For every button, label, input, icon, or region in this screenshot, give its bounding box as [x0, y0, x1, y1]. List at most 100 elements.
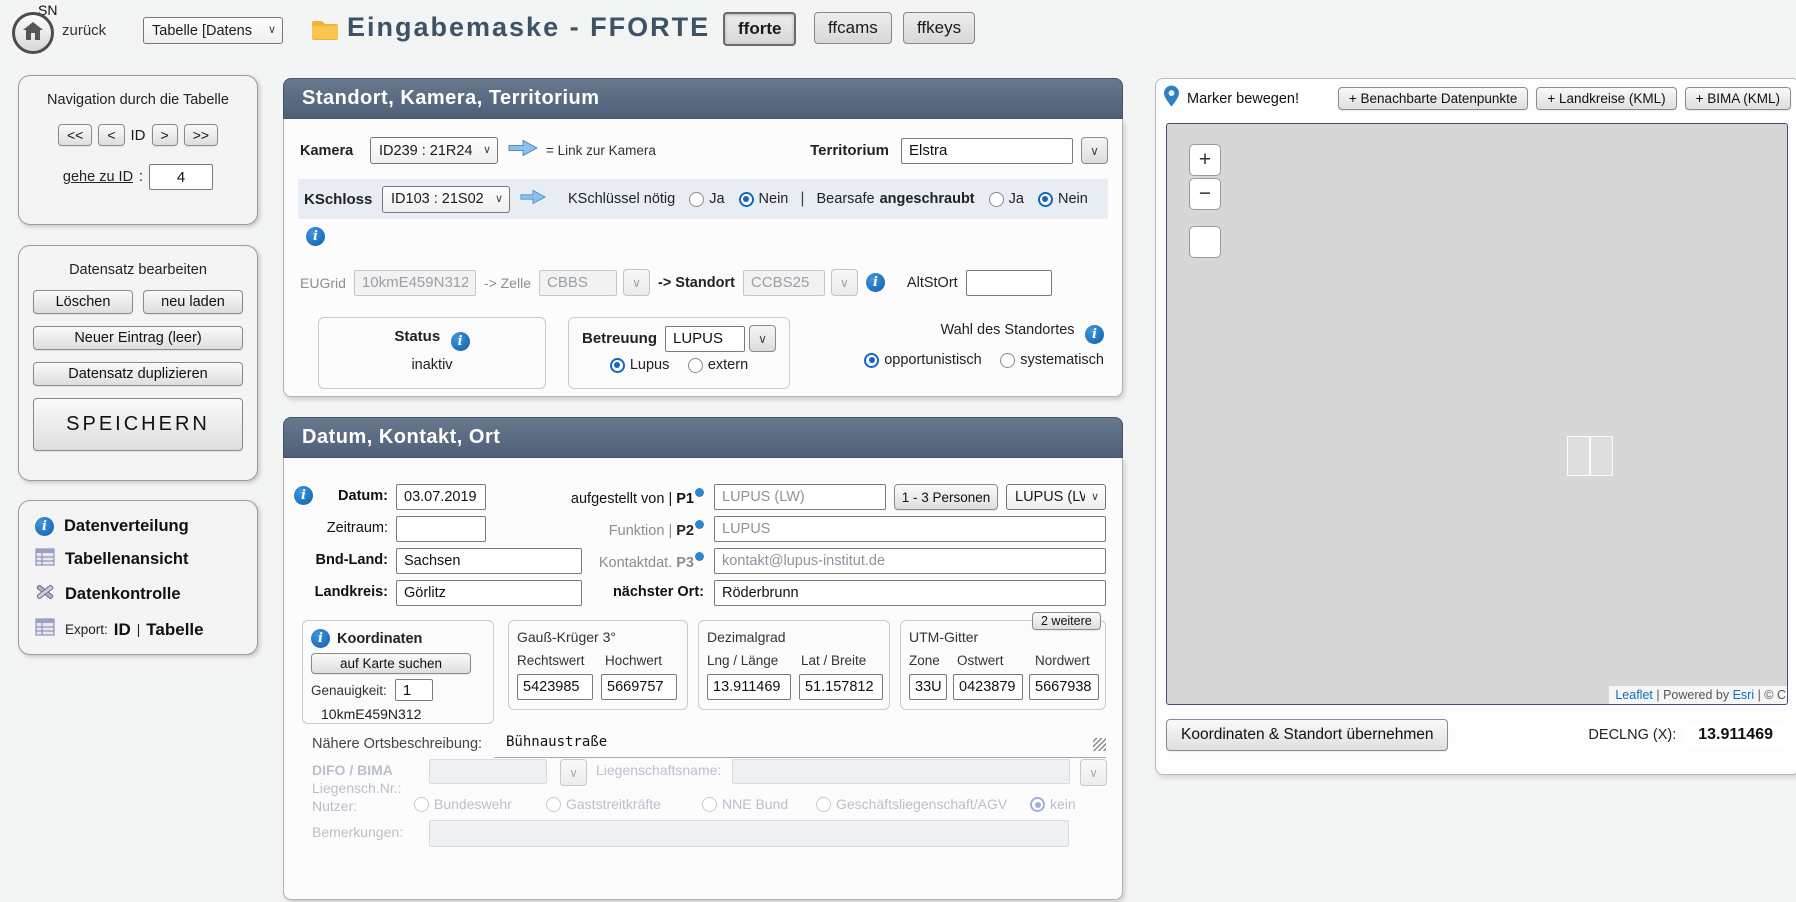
- wahl-systematisch-radio[interactable]: systematisch: [1000, 352, 1104, 368]
- prev-record-button[interactable]: <: [98, 124, 124, 146]
- info-icon: [695, 520, 704, 529]
- map-area[interactable]: + − Leaflet | Powered by Esri | © C: [1166, 123, 1788, 705]
- leaflet-link[interactable]: Leaflet: [1615, 688, 1653, 702]
- rechtswert-input[interactable]: [517, 674, 593, 700]
- datum-input[interactable]: [396, 484, 486, 510]
- duplicate-button[interactable]: Datensatz duplizieren: [33, 362, 243, 386]
- bndland-label: Bnd-Land:: [312, 552, 388, 578]
- export-id-link[interactable]: ID: [114, 620, 131, 640]
- betreuung-lupus-radio[interactable]: Lupus: [610, 357, 670, 373]
- kschloss-info-icon[interactable]: i: [306, 227, 325, 246]
- reload-button[interactable]: neu laden: [143, 290, 243, 314]
- kamera-select[interactable]: ID239 : 21R24 ∨: [370, 137, 498, 164]
- back-link[interactable]: zurück: [62, 22, 106, 39]
- app-button-fforte[interactable]: fforte: [723, 12, 796, 46]
- status-info-icon[interactable]: i: [451, 332, 470, 351]
- layers-button[interactable]: [1189, 226, 1221, 258]
- genauigkeit-input[interactable]: [395, 679, 433, 701]
- app-button-ffkeys[interactable]: ffkeys: [903, 12, 975, 44]
- territorium-label: Territorium: [810, 142, 889, 159]
- save-button[interactable]: SPEICHERN: [33, 398, 243, 451]
- home-button[interactable]: [12, 12, 54, 54]
- ort-input[interactable]: [714, 580, 1106, 606]
- export-separator: |: [137, 622, 141, 637]
- zoom-out-button[interactable]: −: [1189, 178, 1221, 210]
- radio-icon: [1030, 797, 1045, 812]
- p1-input[interactable]: [714, 484, 886, 510]
- app-button-ffcams[interactable]: ffcams: [814, 12, 892, 44]
- benachbarte-datenpunkte-button[interactable]: + Benachbarte Datenpunkte: [1338, 87, 1529, 110]
- zone-input[interactable]: [909, 674, 947, 700]
- resize-handle-icon[interactable]: [1093, 738, 1106, 751]
- last-record-button[interactable]: >>: [184, 124, 218, 146]
- altstort-input[interactable]: [966, 270, 1052, 296]
- nutzer-bundeswehr-radio: Bundeswehr: [414, 796, 512, 812]
- chevron-down-icon: ∨: [495, 194, 503, 205]
- bearsafe-ja-radio[interactable]: Ja: [989, 191, 1024, 207]
- bearsafe-nein-radio[interactable]: Nein: [1038, 191, 1088, 207]
- kschloss-select[interactable]: ID103 : 21S02 ∨: [382, 186, 510, 213]
- link-tabellenansicht[interactable]: Tabellenansicht: [19, 542, 257, 577]
- betreuung-dropdown-button[interactable]: ∨: [749, 325, 776, 352]
- gk-title: Gauß-Krüger 3°: [517, 629, 679, 645]
- chevron-down-icon: ∨: [569, 767, 578, 779]
- link-export[interactable]: Export: ID | Tabelle: [19, 612, 257, 647]
- next-record-button[interactable]: >: [152, 124, 178, 146]
- gk-col1: Rechtswert: [517, 653, 595, 668]
- standort-info-icon[interactable]: i: [866, 273, 885, 292]
- p3-label: Kontaktdat. P3: [524, 552, 704, 578]
- table-select[interactable]: Tabelle [Datens ∨: [143, 17, 283, 44]
- datum-panel: Datum, Kontakt, Ort i Datum: aufgestellt…: [283, 417, 1123, 900]
- landkreise-kml-button[interactable]: + Landkreise (KML): [1536, 87, 1676, 110]
- radio-icon: [688, 358, 703, 373]
- ortsbeschreibung-textarea[interactable]: Bühnaustraße: [494, 734, 1106, 758]
- territorium-dropdown-button[interactable]: ∨: [1081, 137, 1108, 164]
- chevron-down-icon: ∨: [758, 333, 767, 345]
- zeitraum-input[interactable]: [396, 516, 486, 542]
- gauss-krueger-box: Gauß-Krüger 3° Rechtswert Hochwert: [508, 620, 688, 710]
- nordwert-input[interactable]: [1029, 674, 1099, 700]
- kschluessel-ja-radio[interactable]: Ja: [689, 191, 724, 207]
- datum-info-icon[interactable]: i: [294, 486, 313, 505]
- export-table-link[interactable]: Tabelle: [146, 620, 203, 640]
- territorium-input[interactable]: [901, 138, 1073, 164]
- betreuung-input[interactable]: [665, 326, 745, 352]
- ostwert-input[interactable]: [953, 674, 1023, 700]
- delete-button[interactable]: Löschen: [33, 290, 133, 314]
- esri-link[interactable]: Esri: [1733, 688, 1755, 702]
- wahl-opportunistisch-radio[interactable]: opportunistisch: [864, 352, 982, 368]
- bima-kml-button[interactable]: + BIMA (KML): [1685, 87, 1791, 110]
- goto-id-colon: :: [139, 169, 143, 185]
- lng-input[interactable]: [707, 674, 791, 700]
- map-attribution: Leaflet | Powered by Esri | © C: [1609, 686, 1787, 704]
- karte-suchen-button[interactable]: auf Karte suchen: [311, 653, 471, 674]
- hochwert-input[interactable]: [601, 674, 677, 700]
- new-entry-button[interactable]: Neuer Eintrag (leer): [33, 326, 243, 350]
- difo-dropdown-button: ∨: [560, 759, 587, 786]
- p1-select[interactable]: LUPUS (LW ∨: [1006, 484, 1106, 510]
- link-arrow-icon[interactable]: [520, 189, 546, 210]
- lat-input[interactable]: [799, 674, 883, 700]
- koordinaten-box: i Koordinaten auf Karte suchen Genauigke…: [302, 620, 494, 724]
- datum-label: Datum:: [324, 488, 388, 514]
- apply-coordinates-button[interactable]: Koordinaten & Standort übernehmen: [1166, 719, 1448, 751]
- goto-id-input[interactable]: [149, 164, 213, 190]
- link-arrow-icon[interactable]: [508, 139, 538, 162]
- pipe-divider: |: [800, 190, 804, 208]
- p3-input[interactable]: [714, 548, 1106, 574]
- zoom-in-button[interactable]: +: [1189, 144, 1221, 176]
- personen-button[interactable]: 1 - 3 Personen: [894, 484, 998, 510]
- wahl-info-icon[interactable]: i: [1085, 325, 1104, 344]
- link-datenkontrolle[interactable]: Datenkontrolle: [19, 577, 257, 612]
- bearsafe-label: Bearsafe: [817, 191, 875, 207]
- p2-input[interactable]: [714, 516, 1106, 542]
- goto-id-link[interactable]: gehe zu ID: [63, 169, 133, 185]
- betreuung-extern-radio[interactable]: extern: [688, 357, 748, 373]
- koordinaten-info-icon[interactable]: i: [311, 629, 330, 648]
- first-record-button[interactable]: <<: [58, 124, 92, 146]
- link-datenverteilung[interactable]: i Datenverteilung: [19, 511, 257, 542]
- weitere-button[interactable]: 2 weitere: [1032, 612, 1101, 630]
- kschluessel-nein-radio[interactable]: Nein: [739, 191, 789, 207]
- bemerkungen-label: Bemerkungen:: [312, 824, 403, 840]
- wahl-box: Wahl des Standortes i opportunistisch sy…: [824, 321, 1104, 373]
